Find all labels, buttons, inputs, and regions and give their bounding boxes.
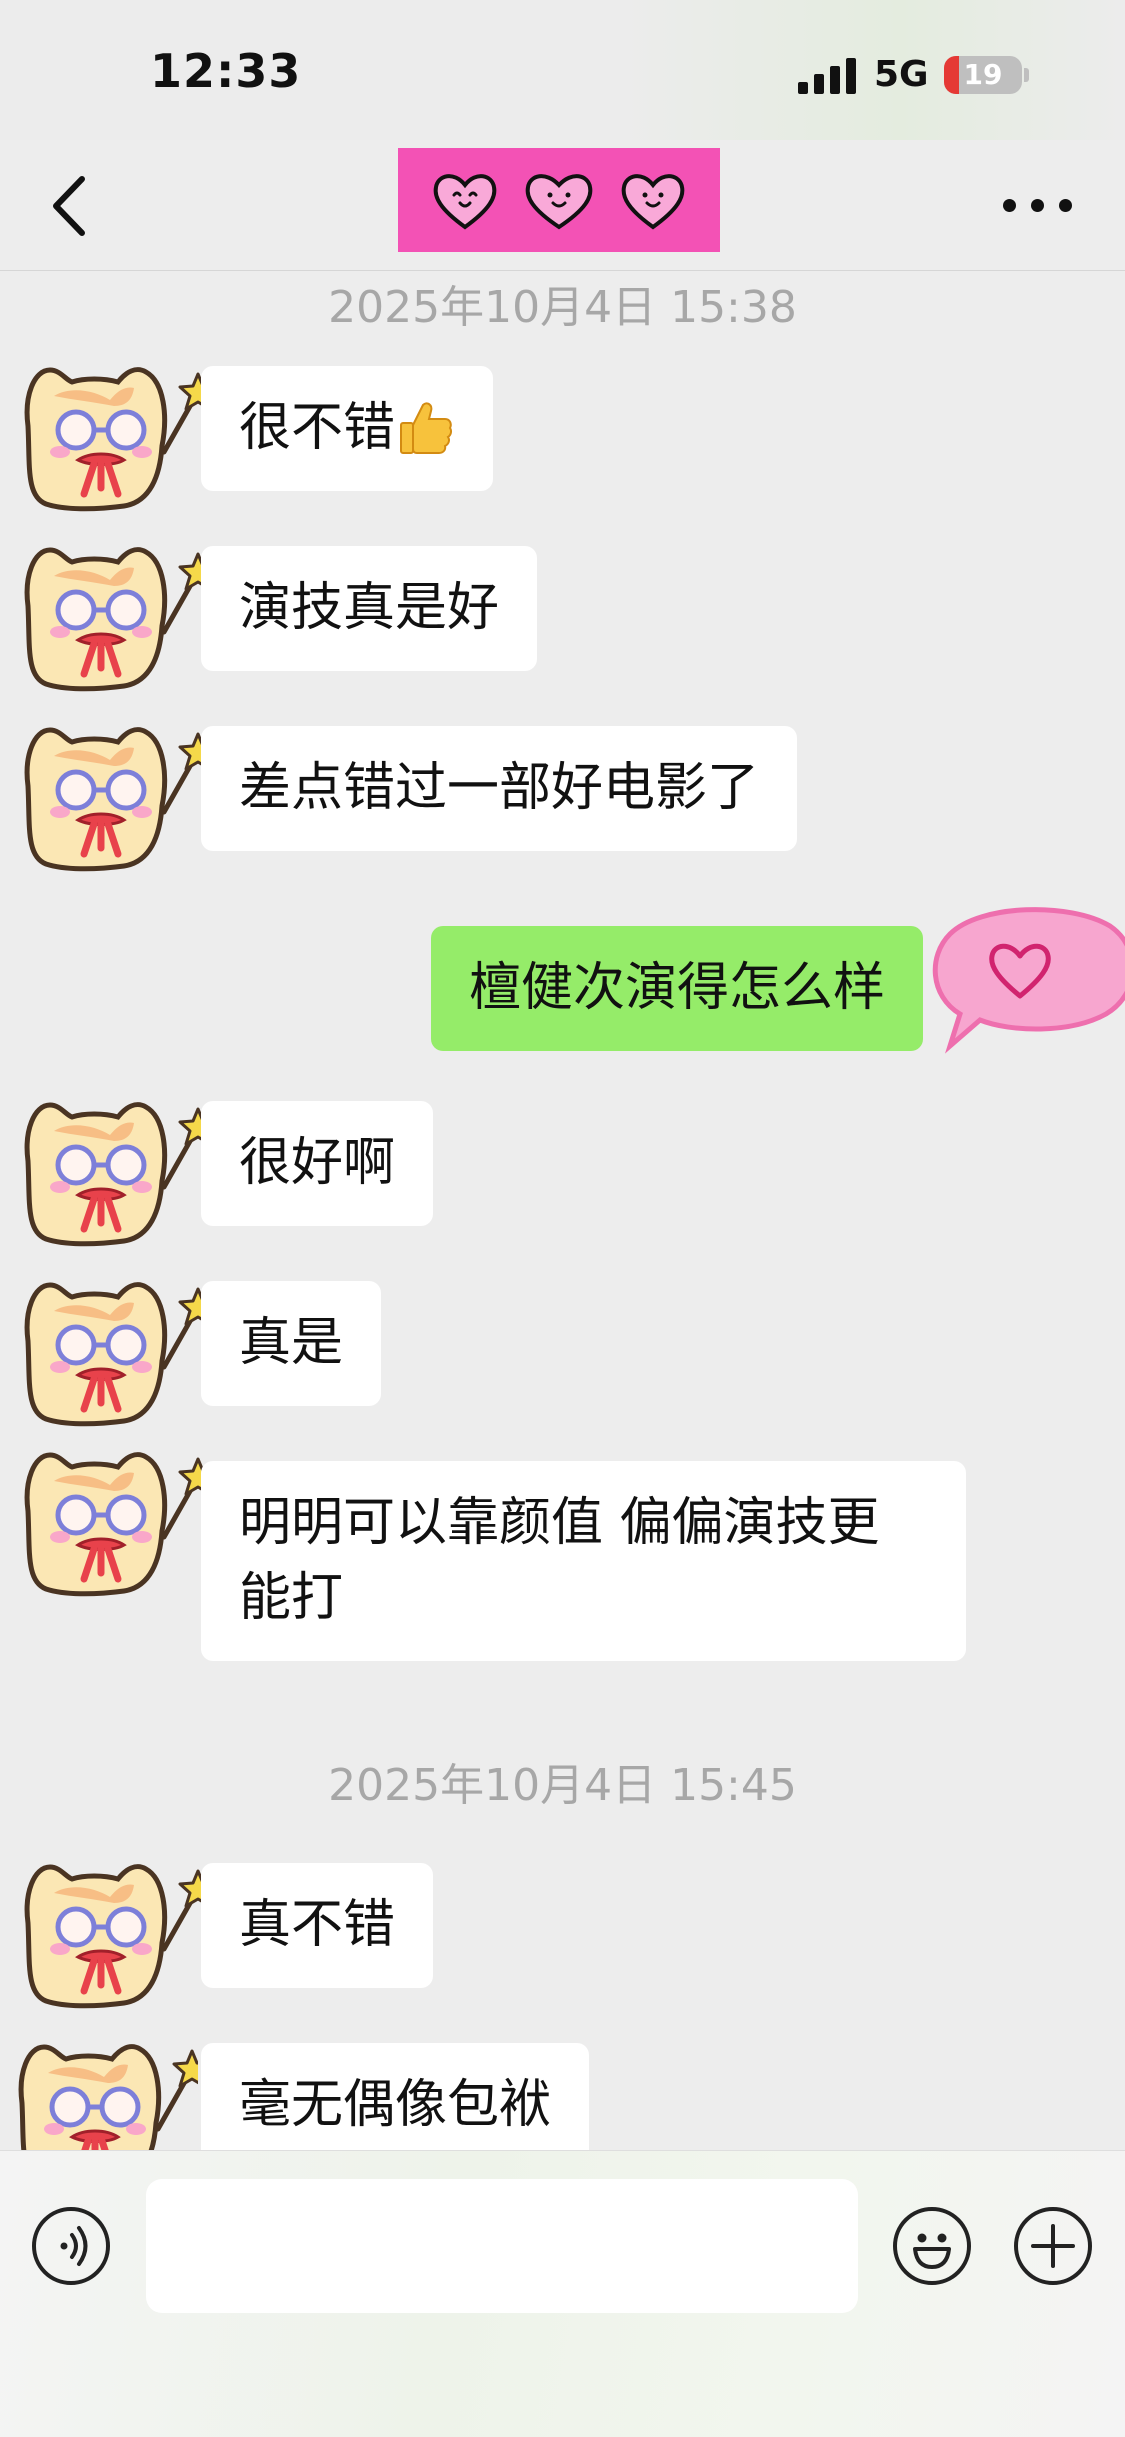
chat-header: [0, 140, 1125, 271]
avatar[interactable]: [14, 1091, 204, 1251]
avatar[interactable]: [14, 536, 204, 696]
avatar[interactable]: [14, 716, 204, 876]
status-time: 12:33: [150, 44, 302, 98]
avatar[interactable]: [14, 1853, 204, 2013]
network-type: 5G: [874, 54, 929, 95]
heart-face-icon: [433, 174, 497, 230]
message-input[interactable]: [146, 2179, 858, 2313]
avatar[interactable]: [14, 1441, 204, 1601]
voice-icon: [60, 2226, 88, 2266]
avatar[interactable]: [14, 356, 204, 516]
chat-title[interactable]: [398, 148, 720, 252]
battery-tip: [1024, 68, 1029, 82]
signal-icon: [798, 58, 858, 94]
heart-face-icon: [525, 174, 593, 230]
timestamp: 2025年10月4日 15:45: [328, 1760, 797, 1811]
status-bar: 12:33 5G 19: [0, 0, 1125, 140]
message-bubble[interactable]: 演技真是好: [201, 546, 538, 671]
plus-button[interactable]: [1014, 2207, 1092, 2285]
message-text: 很不错: [239, 398, 396, 458]
my-message-bubble[interactable]: 檀健次演得怎么样: [430, 926, 923, 1051]
emoji-button[interactable]: [893, 2207, 971, 2285]
heart-face-icon: [621, 174, 685, 230]
smiley-icon: [913, 2233, 951, 2269]
message-bubble[interactable]: 很好啊: [201, 1101, 434, 1226]
message-bubble[interactable]: 毫无偶像包袱: [201, 2043, 590, 2151]
more-button[interactable]: [1003, 199, 1073, 213]
timestamp: 2025年10月4日 15:38: [328, 282, 797, 333]
chevron-left-icon: [53, 176, 85, 236]
message-bubble[interactable]: 真是: [201, 1281, 382, 1406]
plus-icon: [1031, 2224, 1075, 2268]
message-bubble[interactable]: 很不错: [201, 366, 494, 491]
battery-icon: 19: [944, 56, 1022, 94]
voice-button[interactable]: [32, 2207, 110, 2285]
avatar[interactable]: [14, 1271, 204, 1431]
thumbs-up-icon: [400, 402, 453, 454]
message-bubble[interactable]: 真不错: [201, 1863, 434, 1988]
avatar[interactable]: [8, 2033, 198, 2151]
message-bubble[interactable]: 明明可以靠颜值 偏偏演技更 能打: [201, 1461, 966, 1661]
input-bar: [0, 2150, 1125, 2437]
heart-speech-bubble-icon[interactable]: [920, 896, 1125, 1076]
message-list[interactable]: 2025年10月4日 15:38 很不错 演技真是好 差点错过一部好电影了 檀健…: [0, 271, 1125, 2151]
message-bubble[interactable]: 差点错过一部好电影了: [201, 726, 798, 851]
back-button[interactable]: [46, 175, 98, 236]
battery-level: 19: [963, 58, 1003, 91]
